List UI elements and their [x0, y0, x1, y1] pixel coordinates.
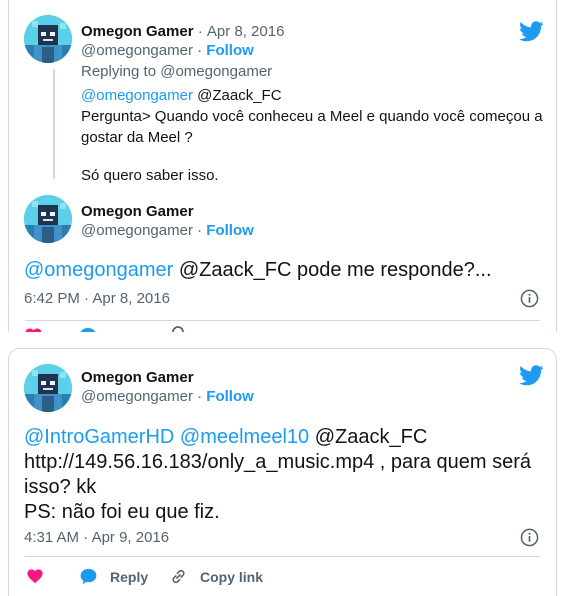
author-handle[interactable]: @omegongamer	[81, 388, 193, 405]
avatar-image-icon	[24, 15, 72, 63]
tweet-embed-card-2: Omegon Gamer @omegongamer · Follow @Intr…	[8, 348, 557, 596]
handle-row: @omegongamer · Follow	[81, 222, 254, 239]
handle-row: @omegongamer · Follow	[81, 42, 254, 59]
author-name[interactable]: Omegon Gamer	[81, 369, 194, 386]
author-handle[interactable]: @omegongamer	[81, 222, 193, 239]
tweet-timestamp[interactable]: 6:42 PM · Apr 8, 2016	[24, 290, 170, 307]
avatar[interactable]	[24, 15, 72, 63]
avatar-image-icon	[24, 364, 72, 412]
handle-separator: ·	[197, 222, 203, 239]
reply-button[interactable]: Reply	[79, 567, 148, 586]
replying-to[interactable]: Replying to @omegongamer	[81, 61, 272, 82]
copy-link-button[interactable]: Copy link	[169, 567, 263, 586]
tweet-text-line: PS: não foi eu que fiz.	[24, 501, 220, 523]
time-separator: ·	[83, 529, 89, 546]
twitter-bird-icon[interactable]	[519, 365, 544, 386]
tweet-text-line: isso? kk	[24, 476, 97, 498]
follow-link[interactable]: Follow	[206, 42, 254, 59]
author-name[interactable]: Omegon Gamer · Apr 8, 2016	[81, 23, 284, 40]
tweet-timestamp[interactable]: 4:31 AM · Apr 9, 2016	[24, 529, 169, 546]
tweet-text-line: gostar da Meel ?	[81, 129, 193, 146]
follow-link[interactable]: Follow	[206, 388, 254, 405]
tweet-text-line: @IntroGamerHD @meelmeel10 @Zaack_FC	[24, 424, 427, 450]
handle-separator: ·	[197, 388, 203, 405]
time-separator: ·	[84, 290, 90, 307]
info-icon[interactable]	[520, 289, 539, 308]
copy-link-icon	[172, 569, 185, 584]
tweet-text-line: http://149.56.16.183/only_a_music.mp4 , …	[24, 451, 531, 473]
tweet-text-line: Só quero saber isso.	[81, 167, 219, 184]
mention-plain: @Zaack_FC	[192, 87, 282, 104]
mention-link[interactable]: @omegongamer	[81, 87, 193, 104]
author-name-text: Omegon Gamer	[81, 23, 194, 40]
tweet-text-line: @omegongamer @Zaack_FC	[81, 85, 282, 106]
divider	[25, 556, 540, 557]
twitter-bird-icon[interactable]	[519, 21, 544, 42]
divider	[25, 320, 540, 321]
reply-label: Reply	[110, 568, 149, 585]
mention-link[interactable]: @meelmeel10	[180, 426, 309, 448]
mention-link[interactable]: @omegongamer	[24, 259, 173, 281]
tweet-embed-card-1: Omegon Gamer · Apr 8, 2016 @omegongamer …	[8, 0, 557, 332]
like-button[interactable]	[26, 567, 57, 586]
tweet-text-body: @Zaack_FC pode me responde?...	[173, 259, 492, 281]
author-name[interactable]: Omegon Gamer	[81, 203, 194, 220]
action-row-clipped	[24, 326, 224, 332]
tweet-time: 4:31 AM	[24, 529, 80, 546]
tweet-text-line: Pergunta> Quando você conheceu a Meel e …	[81, 108, 543, 125]
avatar-image-icon	[24, 195, 72, 243]
info-icon[interactable]	[520, 528, 539, 547]
thread-connector	[53, 69, 55, 179]
tweet-time: 6:42 PM	[24, 290, 80, 307]
handle-separator: ·	[197, 42, 203, 59]
follow-link[interactable]: Follow	[206, 222, 254, 239]
reply-bubble-icon	[80, 568, 97, 585]
avatar[interactable]	[24, 364, 72, 412]
tweet-date: Apr 8, 2016	[92, 290, 170, 307]
heart-icon	[27, 569, 43, 584]
handle-row: @omegongamer · Follow	[81, 388, 254, 405]
tweet-date[interactable]: Apr 8, 2016	[207, 23, 285, 40]
mention-link[interactable]: @IntroGamerHD	[24, 426, 174, 448]
tweet-text: @omegongamer @Zaack_FC pode me responde?…	[24, 257, 492, 283]
tweet-date: Apr 9, 2016	[91, 529, 170, 546]
copy-link-label: Copy link	[200, 568, 264, 585]
avatar[interactable]	[24, 195, 72, 243]
mention-plain: @Zaack_FC	[309, 426, 428, 448]
date-separator: ·	[197, 23, 203, 40]
clipped-action-icons	[25, 326, 184, 332]
author-handle[interactable]: @omegongamer	[81, 42, 193, 59]
